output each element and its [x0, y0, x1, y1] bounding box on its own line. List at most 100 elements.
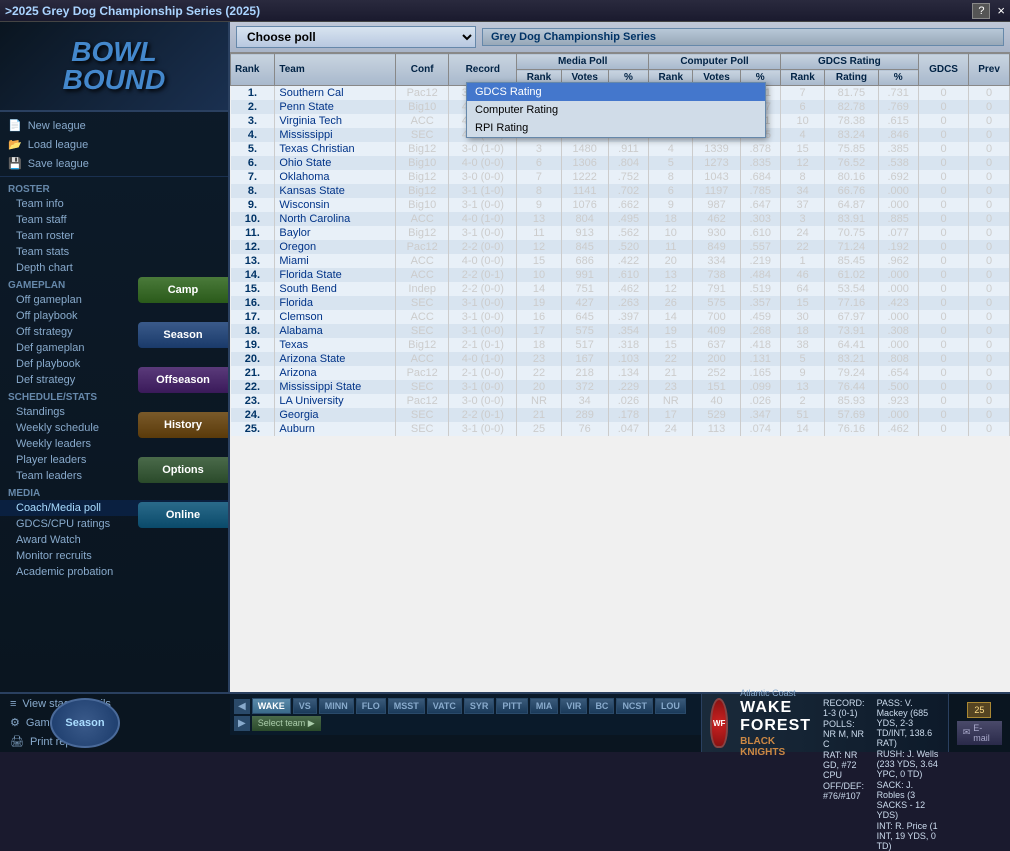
cell-conf: ACC [396, 268, 449, 282]
cell-team[interactable]: Texas Christian [275, 142, 396, 156]
team-tab-bc[interactable]: BC [589, 698, 614, 714]
tab-history[interactable]: History [138, 412, 228, 438]
close-button[interactable]: × [997, 3, 1005, 18]
cell-pct3: .538 [878, 156, 918, 170]
team-tab-lou[interactable]: LOU [655, 698, 686, 714]
team-tab-wake[interactable]: WAKE [252, 698, 291, 714]
table-row: 24.GeorgiaSEC2-2 (0-1)21289.17817529.347… [231, 408, 1010, 422]
team-tab-vs[interactable]: VS [293, 698, 317, 714]
cell-team[interactable]: Penn State [275, 100, 396, 114]
cell-team[interactable]: North Carolina [275, 212, 396, 226]
cell-team[interactable]: Florida State [275, 268, 396, 282]
cell-team[interactable]: Auburn [275, 422, 396, 436]
team-tab-flo[interactable]: FLO [356, 698, 386, 714]
sidebar-item-team-staff[interactable]: Team staff [0, 212, 228, 228]
cell-rank2: 10 [649, 226, 693, 240]
cell-prev: 0 [969, 282, 1010, 296]
poll-select[interactable]: Choose poll GDCS Rating Computer Rating … [236, 26, 476, 48]
season-circle-button[interactable]: Season [50, 698, 120, 748]
select-team-button[interactable]: Select team ▶ [252, 716, 321, 731]
email-button[interactable]: ✉ E-mail [957, 721, 1002, 745]
cell-votes2: 529 [693, 408, 740, 422]
cell-team[interactable]: Southern Cal [275, 86, 396, 101]
table-row: 17.ClemsonACC3-1 (0-0)16645.39714700.459… [231, 310, 1010, 324]
cell-prev: 0 [969, 128, 1010, 142]
cell-pct2: .219 [740, 254, 780, 268]
load-league-button[interactable]: 📂 Load league [0, 135, 228, 154]
cell-pct1: .103 [608, 352, 648, 366]
cell-rank2: 20 [649, 254, 693, 268]
cell-team[interactable]: Arizona [275, 366, 396, 380]
tab-camp[interactable]: Camp [138, 277, 228, 303]
cell-rank3: 6 [780, 100, 824, 114]
cell-team[interactable]: Oregon [275, 240, 396, 254]
cell-team[interactable]: Oklahoma [275, 170, 396, 184]
cell-rank: 3. [231, 114, 275, 128]
cell-team[interactable]: Alabama [275, 324, 396, 338]
team-offdef: #76/#107 [823, 791, 861, 801]
sidebar-item-weekly-leaders[interactable]: Weekly leaders [0, 436, 228, 452]
cell-team[interactable]: Texas [275, 338, 396, 352]
cell-team[interactable]: Ohio State [275, 156, 396, 170]
cell-team[interactable]: Clemson [275, 310, 396, 324]
cell-pct3: .615 [878, 114, 918, 128]
rankings-table-container[interactable]: Rank Team Conf Record Media Poll Compute… [230, 53, 1010, 692]
help-button[interactable]: ? [972, 3, 990, 19]
tab-offseason[interactable]: Offseason [138, 367, 228, 393]
cell-rank3: 9 [780, 366, 824, 380]
col-conf: Conf [396, 54, 449, 86]
new-league-button[interactable]: 📄 New league [0, 116, 228, 135]
table-row: 7.OklahomaBig123-0 (0-0)71222.75281043.6… [231, 170, 1010, 184]
dropdown-item-computer[interactable]: Computer Rating [467, 101, 765, 119]
cell-team[interactable]: Mississippi State [275, 380, 396, 394]
team-tab-mia[interactable]: MIA [530, 698, 559, 714]
cell-team[interactable]: Georgia [275, 408, 396, 422]
table-row: 6.Ohio StateBig104-0 (0-0)61306.80451273… [231, 156, 1010, 170]
save-league-button[interactable]: 💾 Save league [0, 154, 228, 173]
cell-team[interactable]: Arizona State [275, 352, 396, 366]
cell-rank3: 12 [780, 156, 824, 170]
sidebar-item-team-info[interactable]: Team info [0, 196, 228, 212]
team-tab-msst[interactable]: MSST [388, 698, 425, 714]
cell-team[interactable]: Mississippi [275, 128, 396, 142]
cell-prev: 0 [969, 408, 1010, 422]
arrow-right-icon[interactable]: ▶ [234, 716, 250, 731]
col-group-media: Media Poll [517, 54, 649, 70]
sidebar-item-monitor-recruits[interactable]: Monitor recruits [0, 548, 228, 564]
cell-rating: 61.02 [825, 268, 878, 282]
cell-gdcs: 0 [918, 142, 968, 156]
cell-team[interactable]: Florida [275, 296, 396, 310]
team-tab-syr[interactable]: SYR [464, 698, 495, 714]
cell-team[interactable]: South Bend [275, 282, 396, 296]
table-row: 20.Arizona StateACC4-0 (1-0)23167.103222… [231, 352, 1010, 366]
cell-rank: 12. [231, 240, 275, 254]
tab-options[interactable]: Options [138, 457, 228, 483]
cell-team[interactable]: Wisconsin [275, 198, 396, 212]
cell-team[interactable]: Miami [275, 254, 396, 268]
cell-team[interactable]: Virginia Tech [275, 114, 396, 128]
sidebar-item-award-watch[interactable]: Award Watch [0, 532, 228, 548]
cell-rank1: 18 [517, 338, 561, 352]
team-tab-vir[interactable]: VIR [560, 698, 587, 714]
tab-season[interactable]: Season [138, 322, 228, 348]
cell-rank1: 13 [517, 212, 561, 226]
sidebar-item-team-roster[interactable]: Team roster [0, 228, 228, 244]
cell-rank: 13. [231, 254, 275, 268]
cell-team[interactable]: LA University [275, 394, 396, 408]
table-row: 16.FloridaSEC3-1 (0-0)19427.26326575.357… [231, 296, 1010, 310]
sidebar-item-team-stats[interactable]: Team stats [0, 244, 228, 260]
cell-team[interactable]: Baylor [275, 226, 396, 240]
team-tab-vatc[interactable]: VATC [427, 698, 462, 714]
print-icon: 🖨 [10, 735, 24, 748]
arrow-left-icon[interactable]: ◀ [234, 699, 250, 714]
cell-team[interactable]: Kansas State [275, 184, 396, 198]
dropdown-item-rpi[interactable]: RPI Rating [467, 119, 765, 137]
sidebar-item-depth-chart[interactable]: Depth chart [0, 260, 228, 276]
tab-online[interactable]: Online [138, 502, 228, 528]
team-tab-ncst[interactable]: NCST [616, 698, 653, 714]
dropdown-item-gdcs[interactable]: GDCS Rating [467, 83, 765, 101]
team-tab-pitt[interactable]: PITT [496, 698, 528, 714]
sidebar-item-academic-probation[interactable]: Academic probation [0, 564, 228, 580]
team-tab-minn[interactable]: MINN [319, 698, 354, 714]
cell-rank: 22. [231, 380, 275, 394]
